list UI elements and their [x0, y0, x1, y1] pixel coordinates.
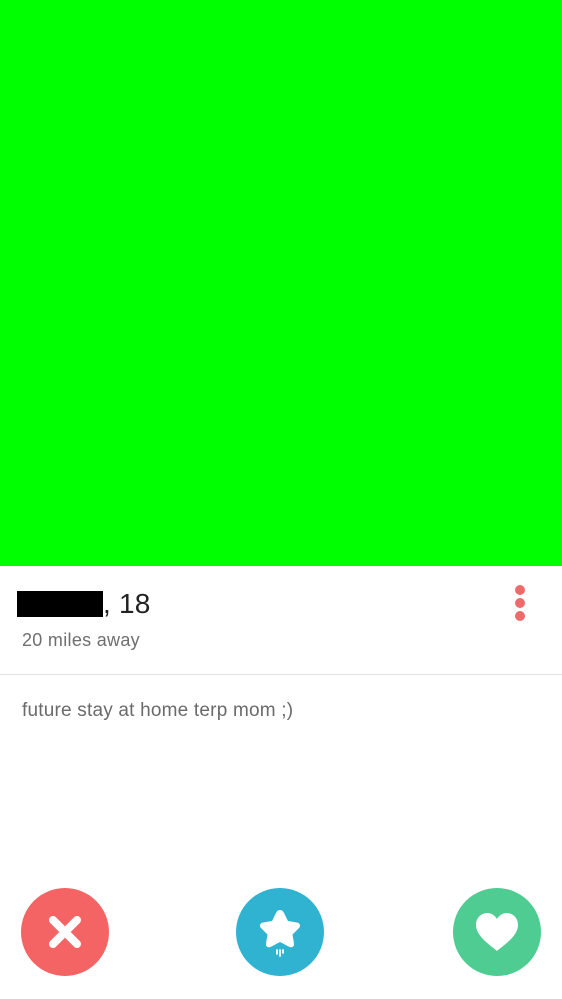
profile-distance: 20 miles away — [22, 630, 140, 650]
nope-button[interactable] — [21, 888, 109, 976]
more-options-button[interactable] — [506, 582, 534, 624]
profile-photo[interactable] — [0, 0, 562, 566]
more-vertical-icon — [515, 585, 525, 595]
more-vertical-icon — [515, 598, 525, 608]
star-icon — [259, 910, 301, 957]
profile-info: , 18 20 miles away — [0, 566, 562, 675]
action-bar — [0, 888, 562, 978]
name-age-row: , 18 — [17, 588, 151, 620]
profile-bio: future stay at home terp mom ;) — [22, 700, 294, 721]
heart-icon — [476, 913, 518, 951]
profile-card-screen: , 18 20 miles away future stay at home t… — [0, 0, 562, 999]
profile-age: , 18 — [103, 588, 151, 619]
like-button[interactable] — [453, 888, 541, 976]
redacted-name — [17, 591, 103, 617]
super-like-button[interactable] — [236, 888, 324, 976]
more-vertical-icon — [515, 611, 525, 621]
close-icon — [49, 916, 81, 948]
